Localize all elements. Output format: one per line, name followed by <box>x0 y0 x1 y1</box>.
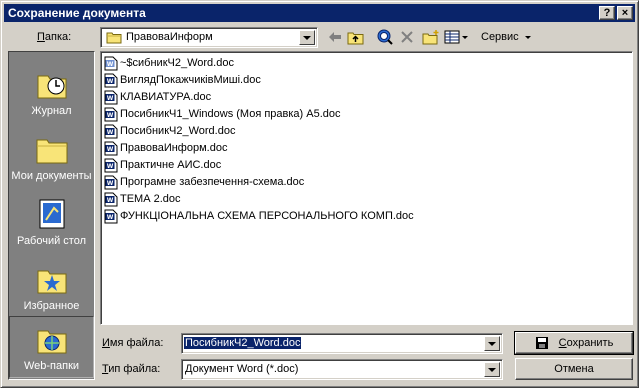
delete-button[interactable] <box>397 27 417 47</box>
word-document-icon: W <box>104 107 118 121</box>
web-folders-icon <box>37 330 66 354</box>
word-document-icon: W <box>104 73 118 87</box>
svg-text:W: W <box>107 163 114 170</box>
close-button[interactable]: × <box>617 6 633 20</box>
file-list[interactable]: W ~$сибникЧ2_Word.doc W ВиглядПокажчиківМиш… <box>100 51 633 325</box>
file-name: ПосибникЧ1_Windows (Моя правка) А5.doc <box>120 108 341 120</box>
views-list-icon <box>444 30 460 44</box>
filetype-label: Тип файла: <box>102 363 161 375</box>
word-document-icon: W <box>104 209 118 223</box>
filetype-select[interactable]: Документ Word (*.doc) <box>181 359 503 380</box>
svg-text:W: W <box>107 197 114 204</box>
file-list-item[interactable]: W Практичне АИС.doc <box>104 157 221 173</box>
new-folder-icon <box>422 30 439 45</box>
filename-dropdown-button[interactable] <box>484 336 500 351</box>
chevron-down-icon <box>488 341 496 346</box>
dialog-title: Сохранение документа <box>8 6 146 20</box>
file-name: Програмне забезпечення-схема.doc <box>120 176 305 188</box>
word-document-icon: W <box>104 90 118 104</box>
help-button[interactable]: ? <box>599 6 615 20</box>
floppy-disk-icon <box>535 337 548 349</box>
svg-text:W: W <box>107 95 114 102</box>
back-button[interactable] <box>325 27 345 47</box>
history-folder-icon <box>37 75 66 99</box>
place-web-folders[interactable]: Web-папки <box>9 316 94 378</box>
views-chevron-down-icon <box>462 35 468 39</box>
file-list-item[interactable]: W ТЕМА 2.doc <box>104 191 181 207</box>
word-document-icon: W <box>104 56 118 70</box>
chevron-down-icon <box>303 35 311 40</box>
file-list-item[interactable]: W ~$сибникЧ2_Word.doc <box>104 55 234 71</box>
file-name: ТЕМА 2.doc <box>120 193 181 205</box>
place-history[interactable]: Журнал <box>9 62 94 124</box>
place-my-documents[interactable]: Мои документы <box>9 127 94 189</box>
file-name: ПосибникЧ2_Word.doc <box>120 125 236 137</box>
up-one-level-button[interactable] <box>346 27 366 47</box>
search-web-icon <box>377 29 393 45</box>
word-document-icon: W <box>104 124 118 138</box>
svg-text:W: W <box>107 78 114 85</box>
tools-chevron-down-icon <box>524 35 531 39</box>
current-folder-name: ПравоваИнформ <box>126 31 213 43</box>
filetype-value: Документ Word (*.doc) <box>185 363 299 375</box>
folder-label: Папка: <box>37 31 72 43</box>
delete-x-icon <box>401 31 413 43</box>
favorites-folder-icon <box>37 270 66 294</box>
file-list-item[interactable]: W ПосибникЧ1_Windows (Моя правка) А5.doc <box>104 106 341 122</box>
word-document-icon: W <box>104 141 118 155</box>
save-button[interactable]: Сохранить <box>514 331 634 355</box>
file-list-item[interactable]: W Програмне забезпечення-схема.doc <box>104 174 304 190</box>
file-name: ~$сибникЧ2_Word.doc <box>120 57 234 69</box>
places-bar: Журнал Мои документы Рабочий стол Избран… <box>8 51 95 380</box>
svg-text:W: W <box>107 180 114 187</box>
filename-label: Имя файла: <box>102 337 164 349</box>
filetype-dropdown-button[interactable] <box>484 362 500 377</box>
folder-combo[interactable]: ПравоваИнформ <box>100 27 318 48</box>
file-name: ВиглядПокажчиківМиші.doc <box>120 74 261 86</box>
title-bar[interactable]: Сохранение документа ? × <box>4 4 635 22</box>
create-folder-button[interactable] <box>421 27 441 47</box>
svg-text:W: W <box>107 61 114 68</box>
back-arrow-icon <box>329 32 341 42</box>
up-folder-icon <box>347 32 364 45</box>
word-document-icon: W <box>104 158 118 172</box>
file-name: КЛАВИАТУРА.doc <box>120 91 212 103</box>
file-list-item[interactable]: W ВиглядПокажчиківМиші.doc <box>104 72 261 88</box>
filename-input[interactable]: ПосибникЧ2_Word.doc <box>181 333 503 354</box>
file-list-item[interactable]: W КЛАВИАТУРА.doc <box>104 89 211 105</box>
filename-value: ПосибникЧ2_Word.doc <box>182 336 303 350</box>
views-button[interactable] <box>444 27 468 47</box>
folder-icon <box>106 32 122 44</box>
svg-text:W: W <box>107 214 114 221</box>
place-favorites[interactable]: Избранное <box>9 257 94 319</box>
svg-text:W: W <box>107 129 114 136</box>
file-list-item[interactable]: W ПравоваИнформ.doc <box>104 140 227 156</box>
save-button-label: Сохранить <box>558 337 614 349</box>
my-documents-folder-icon <box>36 139 67 164</box>
tools-menu[interactable]: Сервис <box>481 31 531 43</box>
save-dialog: Сохранение документа ? × Папка: ПравоваИ… <box>0 0 639 388</box>
cancel-button-label: Отмена <box>554 363 594 375</box>
desktop-icon <box>39 199 64 229</box>
file-name: ФУНКЦІОНАЛЬНА СХЕМА ПЕРСОНАЛЬНОГО КОМП.d… <box>120 210 414 222</box>
word-document-icon: W <box>104 175 118 189</box>
svg-text:W: W <box>107 146 114 153</box>
cancel-button[interactable]: Отмена <box>515 358 633 380</box>
search-web-button[interactable] <box>375 27 395 47</box>
chevron-down-icon <box>488 367 496 372</box>
file-name: Практичне АИС.doc <box>120 159 222 171</box>
word-document-icon: W <box>104 192 118 206</box>
file-list-item[interactable]: W ФУНКЦІОНАЛЬНА СХЕМА ПЕРСОНАЛЬНОГО КОМП.… <box>104 208 414 224</box>
svg-text:W: W <box>107 112 114 119</box>
folder-dropdown-button[interactable] <box>299 30 315 45</box>
place-desktop[interactable]: Рабочий стол <box>9 192 94 254</box>
file-name: ПравоваИнформ.doc <box>120 142 228 154</box>
file-list-item[interactable]: W ПосибникЧ2_Word.doc <box>104 123 235 139</box>
